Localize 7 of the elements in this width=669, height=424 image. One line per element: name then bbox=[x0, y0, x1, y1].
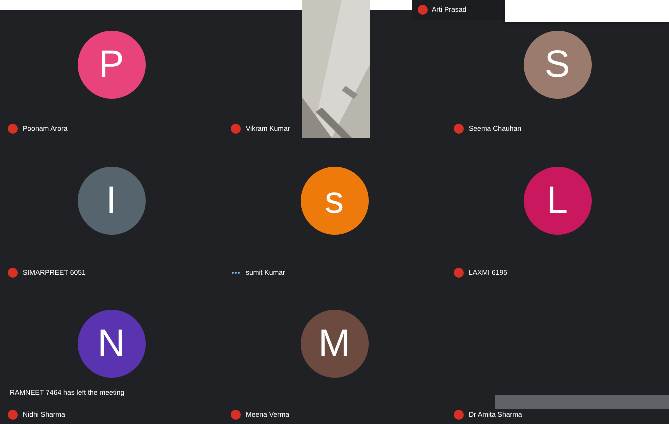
avatar: s bbox=[300, 167, 368, 235]
avatar: L bbox=[524, 167, 592, 235]
avatar: P bbox=[78, 31, 146, 99]
avatar: I bbox=[78, 167, 146, 235]
avatar: M bbox=[300, 310, 368, 378]
avatar: N bbox=[78, 310, 146, 378]
avatar: S bbox=[524, 31, 592, 99]
